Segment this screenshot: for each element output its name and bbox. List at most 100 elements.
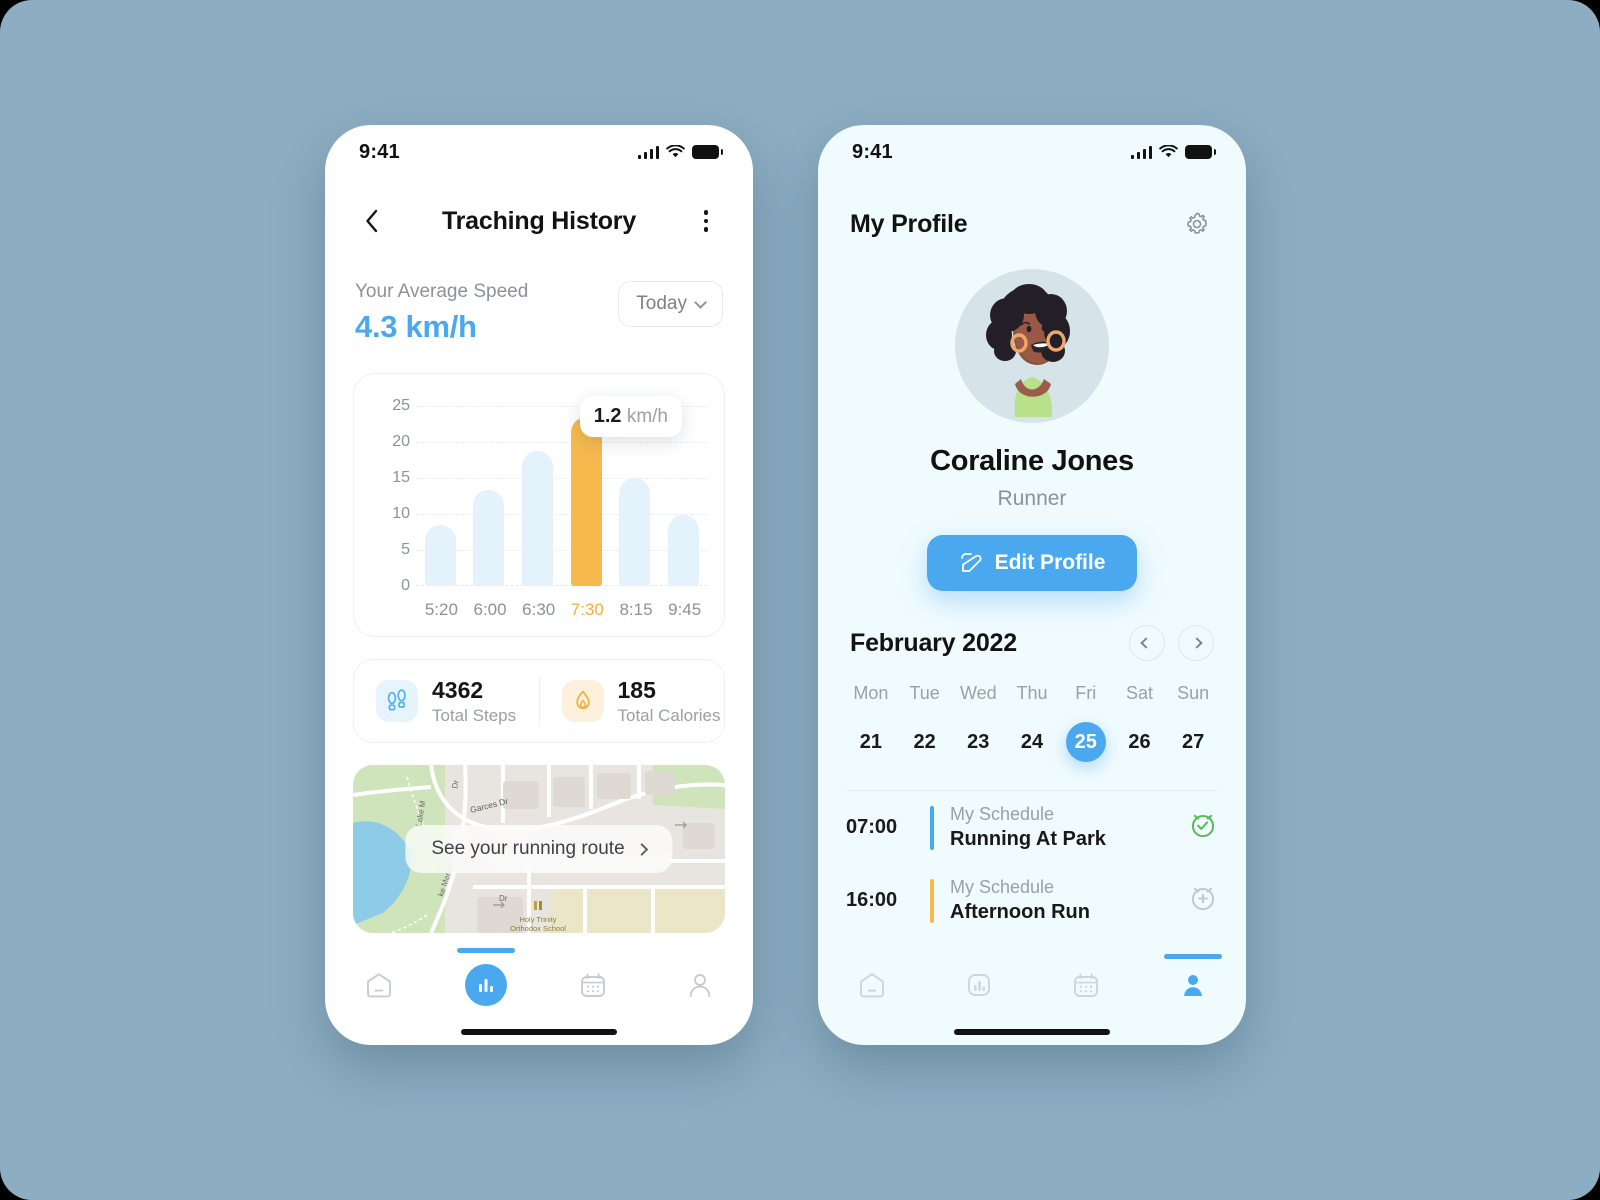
calendar-date[interactable]: 21 [844,716,898,768]
map-label: Orthodox School [510,924,566,933]
calendar-date[interactable]: 22 [898,716,952,768]
average-speed-section: Your Average Speed 4.3 km/h Today [355,281,723,345]
schedule-item[interactable]: 16:00 My Schedule Afternoon Run [846,864,1218,937]
home-icon [366,973,391,998]
schedule-item[interactable]: 07:00 My Schedule Running At Park [846,791,1218,864]
edit-profile-button[interactable]: Edit Profile [926,535,1138,591]
calendar-prev-button[interactable] [1129,625,1165,661]
chart-bar[interactable] [424,524,456,586]
flame-icon [561,680,604,722]
battery-full-icon [692,145,723,159]
nav-item-home[interactable] [325,970,432,1000]
calendar-title: February 2022 [850,628,1017,657]
header: Traching History [325,189,753,253]
pencil-edit-icon [960,553,982,572]
stat-total-steps[interactable]: 4362 Total Steps [354,677,539,726]
chart-tooltip: 1.2 km/h [579,396,682,437]
running-route-map-card[interactable]: Dr Garces Dr Lake M ke Merced B Dr Holy … [353,765,725,933]
nav-item-calendar[interactable] [539,970,646,1000]
chart-x-tick[interactable]: 5:20 [425,600,458,620]
settings-button[interactable] [1180,207,1214,241]
calendar-date-label: 23 [967,730,990,753]
home-indicator [461,1029,617,1035]
nav-item-calendar[interactable] [1032,970,1139,1000]
calendar-day-names: Mon Tue Wed Thu Fri Sat Sun [844,683,1220,704]
calendar-next-button[interactable] [1178,625,1214,661]
chevron-left-icon [366,209,378,233]
stat-total-calories[interactable]: 185 Total Calories [538,676,725,726]
chart-bar[interactable] [473,490,505,586]
alarm-check-icon[interactable] [1188,810,1218,845]
chart-bar[interactable] [668,515,700,586]
chart-x-tick[interactable]: 8:15 [619,600,652,620]
calendar-date[interactable]: 23 [951,716,1005,768]
chart-tooltip-unit: km/h [621,406,668,427]
home-icon [859,973,884,998]
calendar-dates: 21 22 23 24 25 26 27 [844,716,1220,768]
home-indicator [954,1029,1110,1035]
status-icons [1130,145,1216,159]
calendar-date[interactable]: 24 [1005,716,1059,768]
avatar[interactable] [955,269,1109,423]
nav-active-indicator [456,948,515,953]
status-time: 9:41 [852,140,893,163]
chart-x-tick[interactable]: 7:30 [571,600,604,620]
range-selector[interactable]: Today [618,281,723,327]
header: My Profile [818,187,1246,241]
average-speed-label: Your Average Speed [355,281,529,302]
chevron-right-icon [635,842,649,856]
nav-item-profile[interactable] [1139,954,1246,1000]
alarm-add-icon[interactable] [1188,883,1218,918]
calendar-nav [1129,625,1214,661]
calendar-day-name: Fri [1075,683,1097,703]
chart-x-tick[interactable]: 6:00 [473,600,506,620]
cellular-bars-icon [1130,145,1152,159]
chart-tooltip-value: 1.2 [593,405,622,427]
wifi-icon [1159,145,1178,158]
battery-full-icon [1185,145,1216,159]
nav-item-profile[interactable] [646,970,753,1000]
profile-name: Coraline Jones [930,445,1134,477]
see-running-route-button[interactable]: See your running route [405,825,673,873]
calendar-icon [580,973,605,997]
phone-right-my-profile: 9:41 My Profile Coraline Jones Runner Ed… [818,125,1246,1045]
chevron-left-icon [1140,637,1152,649]
schedule-title: Afternoon Run [950,901,1090,923]
phone-left-tracking-history: 9:41 Traching History Your Average Speed… [325,125,753,1045]
stats-card: 4362 Total Steps 185 Total Calories [353,659,725,743]
status-bar: 9:41 [325,125,753,179]
calendar-date-selected[interactable]: 25 [1059,716,1113,768]
cellular-bars-icon [637,145,659,159]
calendar-day-name: Sat [1125,683,1153,703]
nav-item-stats[interactable] [432,948,539,1006]
stat-value: 185 [617,676,656,703]
kebab-menu-button[interactable] [689,204,723,238]
bottom-nav-bar [325,948,753,1045]
map-label: Holy Trinity [519,915,556,924]
status-bar: 9:41 [818,125,1246,179]
chart-x-axis: 5:20 6:00 6:30 7:30 8:15 9:45 [416,600,708,620]
back-button[interactable] [355,204,389,238]
calendar-day-name: Thu [1016,683,1048,703]
calendar-date-label: 26 [1128,730,1151,753]
chart-bar[interactable] [619,478,651,586]
chart-y-tick: 15 [392,469,410,486]
status-time: 9:41 [359,140,400,163]
calendar-header: February 2022 [850,625,1214,661]
user-avatar-illustration [955,269,1109,423]
chart-bar[interactable] [522,450,554,586]
calendar-date[interactable]: 27 [1166,716,1220,768]
stats-bar-icon [478,979,493,992]
nav-item-home[interactable] [818,970,925,1000]
nav-item-stats[interactable] [925,970,1032,1000]
chart-x-tick[interactable]: 6:30 [522,600,555,620]
chart-bar-highlighted[interactable] [570,416,602,586]
calendar-date-label: 27 [1182,730,1205,753]
kebab-menu-icon [703,210,709,232]
chart-y-tick: 20 [392,433,410,450]
calendar-date[interactable]: 26 [1113,716,1167,768]
schedule-color-bar [930,805,934,850]
range-selector-label: Today [636,293,687,314]
chart-x-tick[interactable]: 9:45 [668,600,701,620]
stat-caption: Total Calories [617,705,721,725]
